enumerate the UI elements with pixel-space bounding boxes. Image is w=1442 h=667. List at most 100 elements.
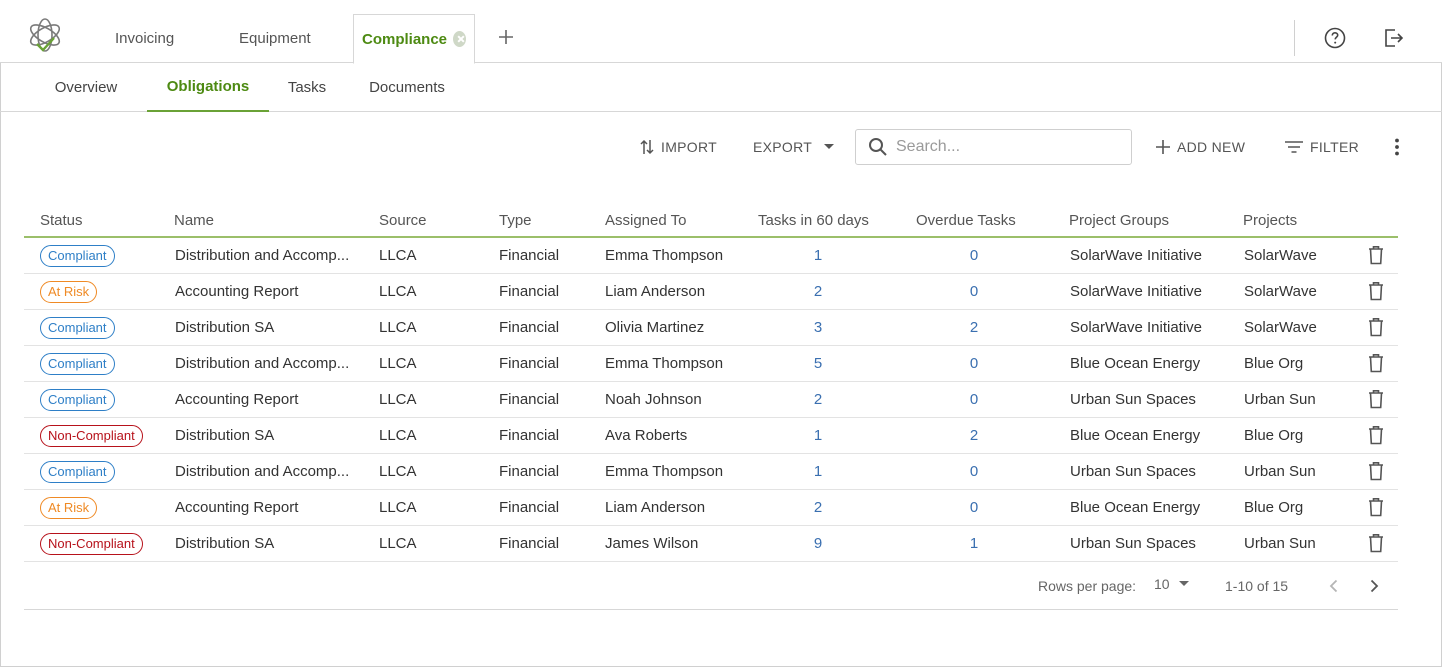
cell-project: SolarWave bbox=[1244, 283, 1317, 300]
table-row[interactable]: Compliant Distribution and Accomp... LLCA F… bbox=[24, 454, 1398, 490]
status-badge: Compliant bbox=[40, 461, 115, 483]
filter-label: FILTER bbox=[1310, 139, 1359, 155]
cell-tasks-in-60-days[interactable]: 2 bbox=[778, 391, 858, 408]
cell-tasks-in-60-days[interactable]: 3 bbox=[778, 319, 858, 336]
table-row[interactable]: Non-Compliant Distribution SA LLCA Financia… bbox=[24, 418, 1398, 454]
cell-name: Distribution and Accomp... bbox=[175, 247, 350, 264]
filter-button[interactable]: FILTER bbox=[1284, 134, 1359, 160]
cell-name: Distribution SA bbox=[175, 319, 275, 336]
cell-source: LLCA bbox=[379, 463, 417, 480]
trash-icon[interactable] bbox=[1367, 245, 1385, 265]
cell-project-group: Urban Sun Spaces bbox=[1070, 463, 1196, 480]
logout-icon[interactable] bbox=[1382, 27, 1404, 49]
cell-type: Financial bbox=[499, 355, 560, 372]
search-input[interactable] bbox=[896, 138, 1116, 156]
cell-project-group: Urban Sun Spaces bbox=[1070, 535, 1196, 552]
tab-documents[interactable]: Documents bbox=[356, 63, 458, 112]
trash-icon[interactable] bbox=[1367, 461, 1385, 481]
column-header-type[interactable]: Type bbox=[499, 212, 532, 229]
status-badge: At Risk bbox=[40, 497, 98, 519]
tab-compliance[interactable]: Compliance bbox=[353, 14, 475, 64]
table-row[interactable]: Non-Compliant Distribution SA LLCA Financia… bbox=[24, 526, 1398, 562]
caret-down-icon bbox=[1178, 581, 1189, 586]
atom-logo-icon[interactable] bbox=[26, 16, 64, 54]
column-header-assigned-to[interactable]: Assigned To bbox=[605, 212, 686, 229]
trash-icon[interactable] bbox=[1367, 281, 1385, 301]
column-header-source[interactable]: Source bbox=[379, 212, 427, 229]
column-header-status[interactable]: Status bbox=[40, 212, 83, 229]
column-header-tasks-in-60-days[interactable]: Tasks in 60 days bbox=[758, 212, 869, 229]
rows-per-page-value: 10 bbox=[1154, 576, 1170, 592]
table-row[interactable]: At Risk Accounting Report LLCA Financial Lia… bbox=[24, 490, 1398, 526]
table-row[interactable]: Compliant Distribution SA LLCA Financial Oli… bbox=[24, 310, 1398, 346]
trash-icon[interactable] bbox=[1367, 497, 1385, 517]
cell-overdue-tasks[interactable]: 0 bbox=[934, 247, 1014, 264]
add-new-label: ADD NEW bbox=[1177, 139, 1246, 155]
status-badge: Compliant bbox=[40, 317, 115, 339]
column-header-project-groups[interactable]: Project Groups bbox=[1069, 212, 1169, 229]
obligations-table: Status Name Source Type Assigned To Task… bbox=[24, 206, 1398, 562]
cell-overdue-tasks[interactable]: 0 bbox=[934, 283, 1014, 300]
import-button[interactable]: IMPORT bbox=[639, 134, 717, 160]
cell-tasks-in-60-days[interactable]: 1 bbox=[778, 427, 858, 444]
cell-overdue-tasks[interactable]: 0 bbox=[934, 499, 1014, 516]
cell-project: Blue Org bbox=[1244, 499, 1304, 516]
cell-tasks-in-60-days[interactable]: 2 bbox=[778, 499, 858, 516]
cell-overdue-tasks[interactable]: 2 bbox=[934, 319, 1014, 336]
cell-source: LLCA bbox=[379, 499, 417, 516]
help-circle-icon[interactable] bbox=[1324, 27, 1346, 49]
status-badge: Non-Compliant bbox=[40, 533, 143, 555]
export-button[interactable]: EXPORT bbox=[753, 134, 846, 160]
cell-overdue-tasks[interactable]: 1 bbox=[934, 535, 1014, 552]
tab-tasks[interactable]: Tasks bbox=[280, 63, 334, 112]
column-header-projects[interactable]: Projects bbox=[1243, 212, 1297, 229]
tab-overview[interactable]: Overview bbox=[44, 63, 128, 112]
tab-label: Obligations bbox=[166, 78, 250, 95]
cell-type: Financial bbox=[499, 463, 560, 480]
kebab-icon[interactable] bbox=[1387, 137, 1407, 157]
caret-down-icon bbox=[824, 144, 835, 149]
tab-label: Overview bbox=[54, 79, 118, 96]
cell-source: LLCA bbox=[379, 535, 417, 552]
tab-equipment[interactable]: Equipment bbox=[231, 14, 319, 63]
cell-tasks-in-60-days[interactable]: 1 bbox=[778, 247, 858, 264]
add-new-button[interactable]: ADD NEW bbox=[1155, 134, 1245, 160]
cell-tasks-in-60-days[interactable]: 9 bbox=[778, 535, 858, 552]
rows-per-page-select[interactable]: 10 bbox=[1154, 576, 1194, 592]
plus-icon[interactable] bbox=[496, 27, 516, 47]
close-icon[interactable] bbox=[453, 31, 466, 47]
trash-icon[interactable] bbox=[1367, 317, 1385, 337]
cell-assigned-to: Liam Anderson bbox=[605, 499, 706, 516]
cell-tasks-in-60-days[interactable]: 1 bbox=[778, 463, 858, 480]
tab-obligations[interactable]: Obligations bbox=[147, 63, 269, 112]
cell-tasks-in-60-days[interactable]: 5 bbox=[778, 355, 858, 372]
table-row[interactable]: Compliant Accounting Report LLCA Financial N… bbox=[24, 382, 1398, 418]
cell-project: SolarWave bbox=[1244, 247, 1317, 264]
column-header-overdue-tasks[interactable]: Overdue Tasks bbox=[916, 212, 1016, 229]
cell-overdue-tasks[interactable]: 0 bbox=[934, 463, 1014, 480]
trash-icon[interactable] bbox=[1367, 389, 1385, 409]
cell-overdue-tasks[interactable]: 0 bbox=[934, 355, 1014, 372]
column-header-name[interactable]: Name bbox=[174, 212, 214, 229]
trash-icon[interactable] bbox=[1367, 533, 1385, 553]
search-field[interactable] bbox=[855, 129, 1132, 165]
cell-assigned-to: Emma Thompson bbox=[605, 355, 724, 372]
cell-project: Urban Sun bbox=[1244, 463, 1316, 480]
table-body: Compliant Distribution and Accomp... LLCA F… bbox=[24, 238, 1398, 562]
cell-overdue-tasks[interactable]: 2 bbox=[934, 427, 1014, 444]
chevron-left-icon[interactable] bbox=[1326, 578, 1342, 594]
cell-type: Financial bbox=[499, 283, 560, 300]
swap-vertical-icon bbox=[640, 139, 654, 155]
cell-source: LLCA bbox=[379, 355, 417, 372]
cell-tasks-in-60-days[interactable]: 2 bbox=[778, 283, 858, 300]
cell-overdue-tasks[interactable]: 0 bbox=[934, 391, 1014, 408]
table-row[interactable]: Compliant Distribution and Accomp... LLCA F… bbox=[24, 346, 1398, 382]
cell-source: LLCA bbox=[379, 283, 417, 300]
table-row[interactable]: Compliant Distribution and Accomp... LLCA F… bbox=[24, 238, 1398, 274]
table-row[interactable]: At Risk Accounting Report LLCA Financial Lia… bbox=[24, 274, 1398, 310]
tab-invoicing[interactable]: Invoicing bbox=[107, 14, 182, 63]
cell-assigned-to: Olivia Martinez bbox=[605, 319, 705, 336]
trash-icon[interactable] bbox=[1367, 353, 1385, 373]
trash-icon[interactable] bbox=[1367, 425, 1385, 445]
chevron-right-icon[interactable] bbox=[1366, 578, 1382, 594]
